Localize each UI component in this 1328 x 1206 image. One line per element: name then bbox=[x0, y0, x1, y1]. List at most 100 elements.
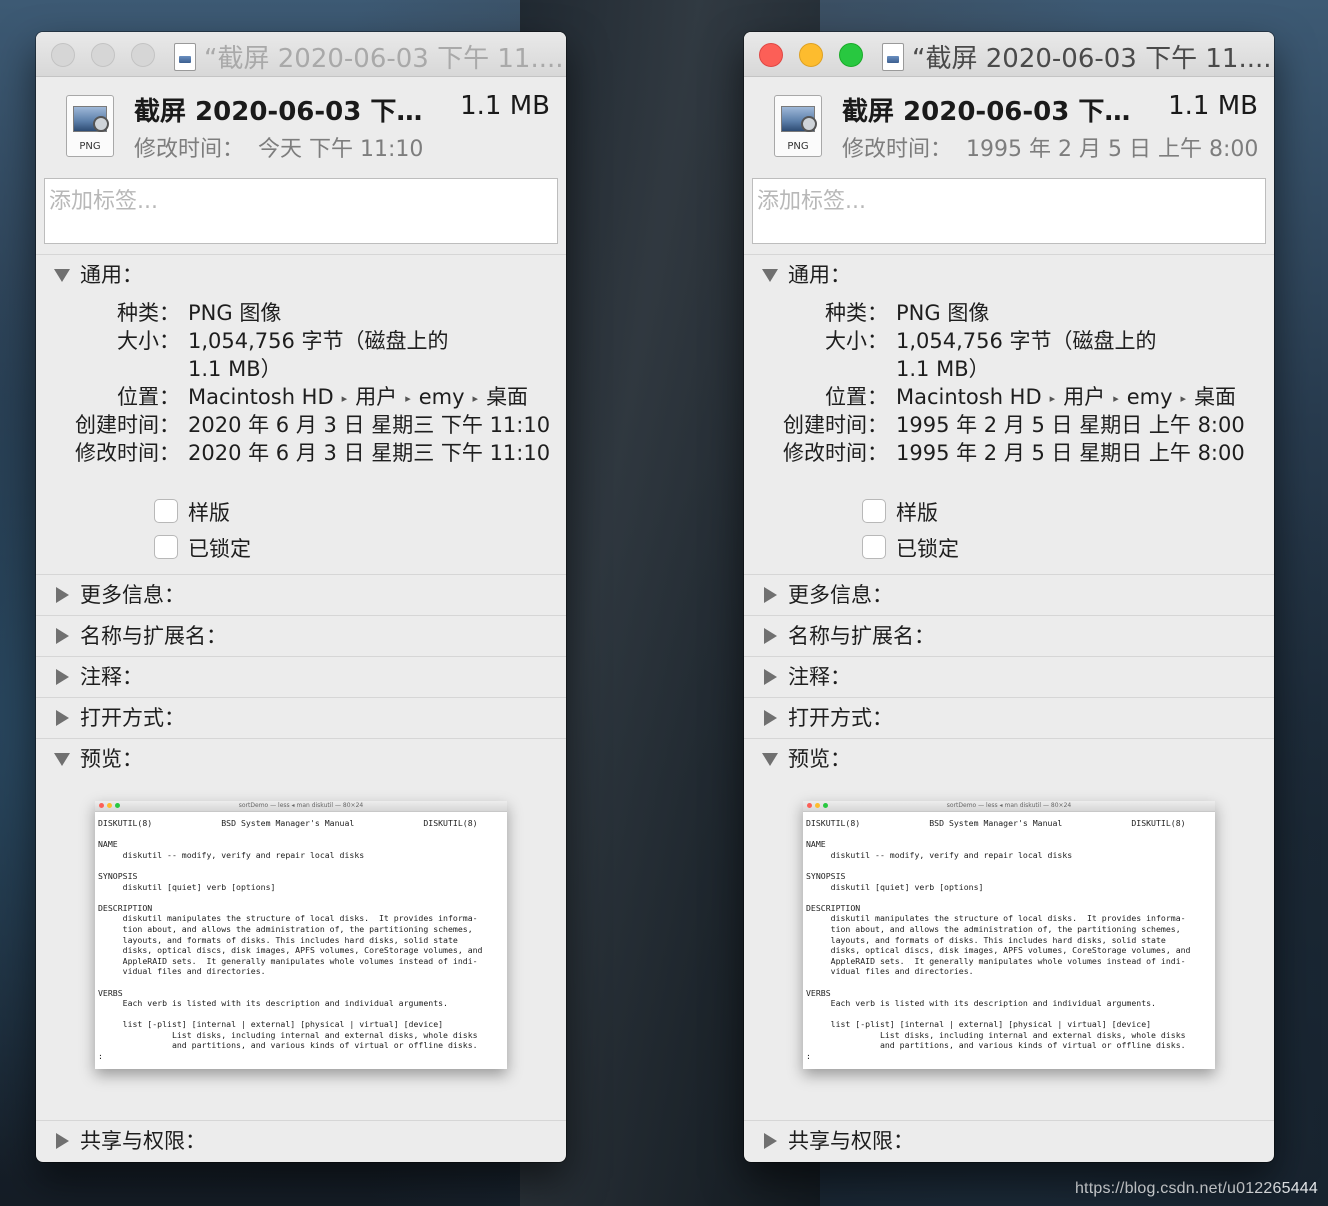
path-user: emy bbox=[418, 385, 465, 409]
locked-checkbox[interactable] bbox=[154, 535, 178, 559]
created-row: 创建时间： 1995 年 2 月 5 日 星期日 上午 8:00 bbox=[744, 409, 1274, 437]
terminal-line: diskutil manipulates the structure of lo… bbox=[98, 913, 478, 924]
preview-terminal-text: DISKUTIL(8) BSD System Manager's Manual … bbox=[803, 812, 1215, 1068]
stationery-checkbox[interactable] bbox=[154, 499, 178, 523]
close-button[interactable] bbox=[759, 43, 783, 67]
header-modified-value: 今天 下午 11:10 bbox=[258, 137, 424, 162]
preview-thumbnail[interactable]: sortDemo — less ◂ man diskutil — 80×24 D… bbox=[95, 801, 507, 1069]
minimize-button[interactable] bbox=[91, 43, 115, 67]
terminal-line: vidual files and directories. bbox=[98, 966, 266, 977]
preview-section-header[interactable]: 预览： bbox=[744, 739, 1274, 779]
minimize-button[interactable] bbox=[799, 43, 823, 67]
path-separator-icon: ▸ bbox=[1049, 391, 1056, 405]
kind-row: 种类： PNG 图像 bbox=[744, 297, 1274, 325]
terminal-line: NAME bbox=[806, 839, 826, 850]
document-icon[interactable] bbox=[882, 42, 904, 71]
more-info-section-header[interactable]: 更多信息： bbox=[36, 575, 566, 615]
window-title: “截屏 2020-06-03 下午 11.... bbox=[912, 44, 1272, 74]
magnifier-icon bbox=[801, 116, 817, 132]
path-separator-icon: ▸ bbox=[1180, 391, 1187, 405]
title-bar[interactable]: “截屏 2020-06-03 下午 11.... bbox=[36, 32, 566, 77]
preview-section-header[interactable]: 预览： bbox=[36, 739, 566, 779]
name-extension-section-header[interactable]: 名称与扩展名： bbox=[36, 616, 566, 656]
file-name: 截屏 2020-06-03 下午 1... bbox=[134, 97, 444, 127]
tags-input[interactable]: 添加标签... bbox=[44, 178, 558, 244]
kind-value: PNG 图像 bbox=[896, 301, 990, 325]
kind-value: PNG 图像 bbox=[188, 301, 282, 325]
png-file-icon[interactable]: PNG bbox=[66, 95, 114, 157]
locked-checkbox[interactable] bbox=[862, 535, 886, 559]
where-row: 位置： Macintosh HD ▸ 用户 ▸ emy ▸ 桌面 bbox=[36, 381, 566, 409]
terminal-line: and partitions, and various kinds of vir… bbox=[98, 1040, 478, 1051]
png-file-icon[interactable]: PNG bbox=[774, 95, 822, 157]
title-bar[interactable]: “截屏 2020-06-03 下午 11.... bbox=[744, 32, 1274, 77]
terminal-line: diskutil -- modify, verify and repair lo… bbox=[98, 849, 365, 860]
open-with-section-header[interactable]: 打开方式： bbox=[36, 698, 566, 738]
watermark: https://blog.csdn.net/u012265444 bbox=[1074, 1180, 1318, 1197]
name-extension-section-header[interactable]: 名称与扩展名： bbox=[744, 616, 1274, 656]
window-controls bbox=[759, 43, 863, 67]
comments-label: 注释： bbox=[80, 665, 143, 689]
preview-label: 预览： bbox=[80, 747, 143, 771]
where-row: 位置： Macintosh HD ▸ 用户 ▸ emy ▸ 桌面 bbox=[744, 381, 1274, 409]
disclosure-open-icon bbox=[762, 269, 778, 282]
path-separator-icon: ▸ bbox=[405, 391, 411, 405]
size-row: 大小： 1,054,756 字节（磁盘上的 bbox=[36, 325, 566, 353]
zoom-button[interactable] bbox=[131, 43, 155, 67]
header-modified: 修改时间： 1995 年 2 月 5 日 上午 8:00 bbox=[842, 131, 1258, 163]
terminal-line: SYNOPSIS bbox=[806, 870, 846, 881]
general-section-header[interactable]: 通用： bbox=[36, 255, 566, 295]
terminal-line: DESCRIPTION bbox=[806, 902, 861, 913]
terminal-line: tion about, and allows the administratio… bbox=[98, 923, 473, 934]
terminal-line: NAME bbox=[98, 839, 118, 850]
kind-row: 种类： PNG 图像 bbox=[36, 297, 566, 325]
header-modified-label: 修改时间： bbox=[842, 137, 953, 162]
locked-row: 已锁定 bbox=[744, 531, 1274, 567]
open-with-section-header[interactable]: 打开方式： bbox=[744, 698, 1274, 738]
disclosure-open-icon bbox=[54, 269, 70, 282]
size-label: 大小： bbox=[825, 329, 888, 353]
tags-input[interactable]: 添加标签... bbox=[752, 178, 1266, 244]
zoom-button[interactable] bbox=[839, 43, 863, 67]
terminal-line: Each verb is listed with its description… bbox=[98, 998, 448, 1009]
terminal-line: VERBS bbox=[98, 987, 123, 998]
file-size: 1.1 MB bbox=[460, 91, 550, 121]
terminal-line: DESCRIPTION bbox=[98, 902, 153, 913]
stationery-checkbox[interactable] bbox=[862, 499, 886, 523]
where-path: Macintosh HD ▸ 用户 ▸ emy ▸ 桌面 bbox=[896, 381, 1236, 411]
close-button[interactable] bbox=[51, 43, 75, 67]
file-type-badge: PNG bbox=[787, 141, 809, 152]
preview-thumbnail[interactable]: sortDemo — less ◂ man diskutil — 80×24 D… bbox=[803, 801, 1215, 1069]
disclosure-closed-icon bbox=[56, 710, 69, 726]
general-label: 通用： bbox=[80, 263, 143, 287]
where-label: 位置： bbox=[117, 385, 180, 409]
general-section-header[interactable]: 通用： bbox=[744, 255, 1274, 295]
path-users: 用户 bbox=[355, 385, 398, 409]
more-info-label: 更多信息： bbox=[788, 583, 893, 607]
preview-title: sortDemo — less ◂ man diskutil — 80×24 bbox=[238, 802, 364, 809]
more-info-section-header[interactable]: 更多信息： bbox=[744, 575, 1274, 615]
window-title: “截屏 2020-06-03 下午 11.... bbox=[204, 44, 564, 74]
stationery-row: 样版 bbox=[36, 495, 566, 531]
name-extension-label: 名称与扩展名： bbox=[80, 624, 227, 648]
comments-label: 注释： bbox=[788, 665, 851, 689]
open-with-label: 打开方式： bbox=[788, 706, 893, 730]
document-icon[interactable] bbox=[174, 42, 196, 71]
sharing-section-header[interactable]: 共享与权限： bbox=[744, 1121, 1274, 1161]
disclosure-closed-icon bbox=[764, 587, 777, 603]
path-volume: Macintosh HD bbox=[188, 385, 334, 409]
header-modified: 修改时间： 今天 下午 11:10 bbox=[134, 131, 423, 163]
disclosure-closed-icon bbox=[764, 628, 777, 644]
disclosure-closed-icon bbox=[56, 587, 69, 603]
terminal-line: disks, optical discs, disk images, APFS … bbox=[806, 945, 1191, 956]
window-title-wrap: “截屏 2020-06-03 下午 11.... bbox=[882, 38, 1272, 75]
comments-section-header[interactable]: 注释： bbox=[36, 657, 566, 697]
comments-section-header[interactable]: 注释： bbox=[744, 657, 1274, 697]
disclosure-closed-icon bbox=[764, 710, 777, 726]
size-value: 1,054,756 字节（磁盘上的 bbox=[188, 329, 449, 353]
sharing-section-header[interactable]: 共享与权限： bbox=[36, 1121, 566, 1161]
